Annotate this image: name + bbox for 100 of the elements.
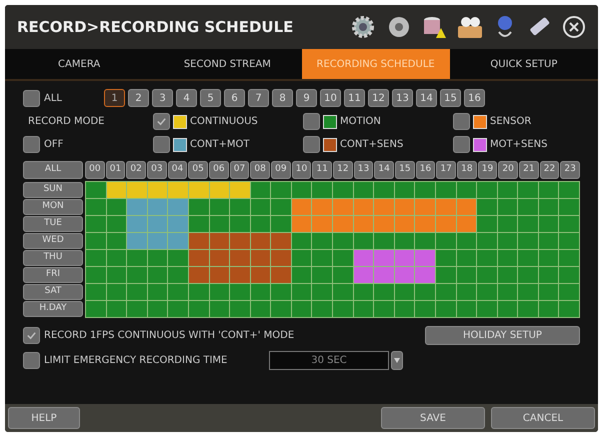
schedule-cell[interactable] [86,267,106,283]
schedule-cell[interactable] [230,301,250,317]
schedule-cell[interactable] [127,182,147,198]
schedule-cell[interactable] [354,267,374,283]
checkbox[interactable] [23,136,40,153]
hour-button[interactable]: 02 [126,161,146,179]
hour-button[interactable]: 17 [436,161,456,179]
disc-icon[interactable] [386,14,412,40]
schedule-cell[interactable] [498,233,518,249]
camera-button[interactable]: 16 [464,89,485,107]
schedule-cell[interactable] [415,250,435,266]
schedule-cell[interactable] [312,233,332,249]
schedule-cell[interactable] [538,216,558,232]
hour-button[interactable]: 12 [332,161,353,179]
schedule-cell[interactable] [354,250,374,266]
checkbox[interactable] [23,90,40,106]
schedule-cell[interactable] [168,182,188,198]
schedule-cell[interactable] [148,233,168,249]
camera-button[interactable]: 6 [224,89,245,107]
schedule-cell[interactable] [559,199,579,215]
schedule-cell[interactable] [394,216,414,232]
tab[interactable]: CAMERA [5,49,154,79]
schedule-cell[interactable] [394,199,414,215]
schedule-cell[interactable] [538,233,558,249]
schedule-cell[interactable] [271,284,291,300]
schedule-cell[interactable] [188,301,208,317]
schedule-cell[interactable] [188,182,208,198]
schedule-cell[interactable] [498,284,518,300]
day-button[interactable]: TUE [23,216,83,232]
schedule-cell[interactable] [436,250,456,266]
schedule-cell[interactable] [210,284,230,300]
schedule-cell[interactable] [559,216,579,232]
schedule-cell[interactable] [374,216,394,232]
hour-button[interactable]: 05 [188,161,208,179]
tab[interactable]: QUICK SETUP [450,49,598,79]
hour-button[interactable]: 09 [270,161,291,179]
schedule-cell[interactable] [127,284,147,300]
hour-button[interactable]: 07 [230,161,250,179]
schedule-cell[interactable] [188,199,208,215]
schedule-cell[interactable] [127,199,147,215]
camera-button[interactable]: 4 [176,89,197,107]
schedule-cell[interactable] [210,199,230,215]
schedule-cell[interactable] [127,250,147,266]
schedule-cell[interactable] [168,199,188,215]
day-button[interactable]: SAT [23,284,83,300]
camera-button[interactable]: 5 [200,89,221,107]
schedule-cell[interactable] [477,284,497,300]
camera-button[interactable]: 15 [440,89,461,107]
schedule-cell[interactable] [333,216,353,232]
schedule-cell[interactable] [292,233,312,249]
day-button[interactable]: H.DAY [23,301,83,317]
schedule-cell[interactable] [188,267,208,283]
schedule-cell[interactable] [394,301,414,317]
day-button[interactable]: MON [23,199,83,215]
schedule-cell[interactable] [436,301,456,317]
projector-icon[interactable] [456,14,484,40]
checkbox[interactable] [453,113,470,130]
schedule-cell[interactable] [312,216,332,232]
checkbox[interactable] [303,136,320,153]
tab[interactable]: RECORDING SCHEDULE [302,49,450,79]
schedule-cell[interactable] [127,301,147,317]
schedule-cell[interactable] [250,284,270,300]
schedule-cell[interactable] [127,267,147,283]
schedule-cell[interactable] [477,233,497,249]
schedule-cell[interactable] [210,216,230,232]
schedule-cell[interactable] [415,284,435,300]
dropdown-button[interactable] [391,351,403,370]
select-all-button[interactable]: ALL [23,161,83,179]
schedule-cell[interactable] [271,301,291,317]
schedule-cell[interactable] [498,250,518,266]
schedule-cell[interactable] [333,250,353,266]
schedule-cell[interactable] [415,199,435,215]
hour-button[interactable]: 01 [106,161,126,179]
schedule-cell[interactable] [230,216,250,232]
hour-button[interactable]: 18 [456,161,477,179]
hour-button[interactable]: 23 [560,161,580,179]
schedule-cell[interactable] [271,233,291,249]
schedule-cell[interactable] [210,233,230,249]
schedule-cell[interactable] [312,182,332,198]
schedule-cell[interactable] [168,233,188,249]
schedule-cell[interactable] [210,182,230,198]
schedule-cell[interactable] [559,301,579,317]
schedule-cell[interactable] [148,216,168,232]
schedule-cell[interactable] [168,216,188,232]
checkbox[interactable] [23,327,40,344]
schedule-cell[interactable] [498,301,518,317]
schedule-cell[interactable] [292,250,312,266]
hour-button[interactable]: 15 [394,161,415,179]
schedule-cell[interactable] [456,216,476,232]
schedule-cell[interactable] [106,301,126,317]
schedule-cell[interactable] [374,267,394,283]
camera-button[interactable]: 1 [104,89,125,107]
hour-button[interactable]: 14 [374,161,394,179]
schedule-cell[interactable] [312,250,332,266]
schedule-cell[interactable] [559,267,579,283]
schedule-cell[interactable] [436,267,456,283]
schedule-cell[interactable] [374,233,394,249]
checkbox[interactable] [153,113,170,130]
schedule-cell[interactable] [230,250,250,266]
schedule-cell[interactable] [86,199,106,215]
